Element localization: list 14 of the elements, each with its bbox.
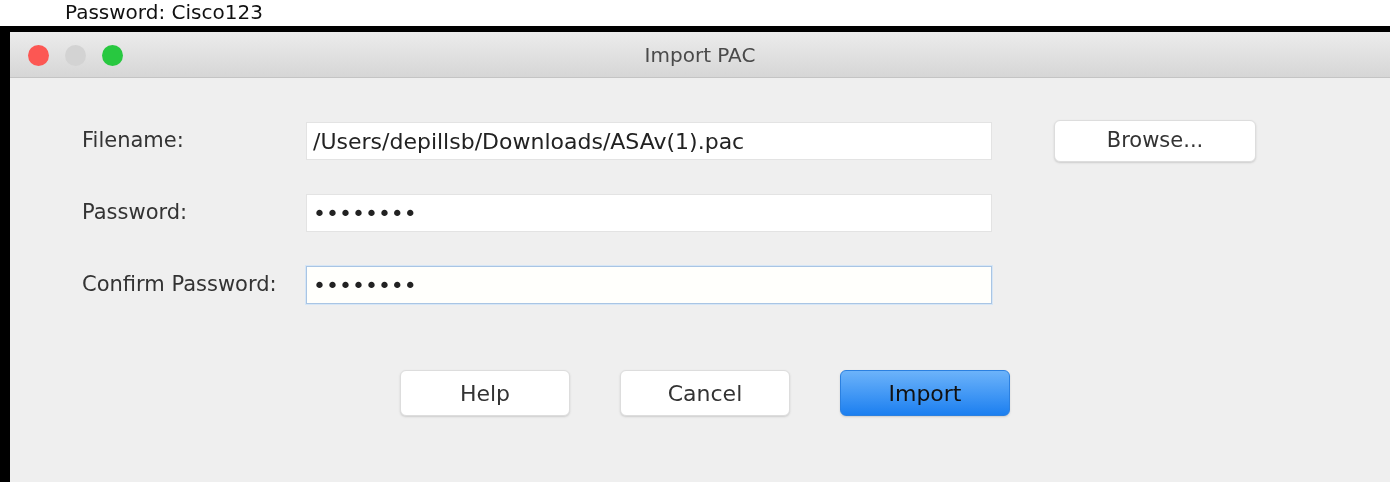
window-title: Import PAC — [644, 43, 756, 67]
dialog-button[interactable]: Help — [400, 370, 570, 416]
field-label: Confirm Password: — [81, 271, 278, 299]
password-field[interactable]: •••••••• — [306, 194, 992, 232]
field-label: Password: — [81, 199, 189, 227]
filename-field[interactable]: /Users/depillsb/Downloads/ASAv(1).pac — [306, 122, 992, 160]
field-label: Filename: — [81, 127, 185, 155]
dialog-button[interactable]: Cancel — [620, 370, 790, 416]
close-button[interactable] — [28, 45, 49, 66]
browse-button[interactable]: Browse... — [1054, 120, 1256, 162]
caption-text: Password: Cisco123 — [65, 0, 263, 24]
dialog-button[interactable]: Import — [840, 370, 1010, 416]
zoom-button[interactable] — [102, 45, 123, 66]
password-field[interactable]: •••••••• — [306, 266, 992, 304]
